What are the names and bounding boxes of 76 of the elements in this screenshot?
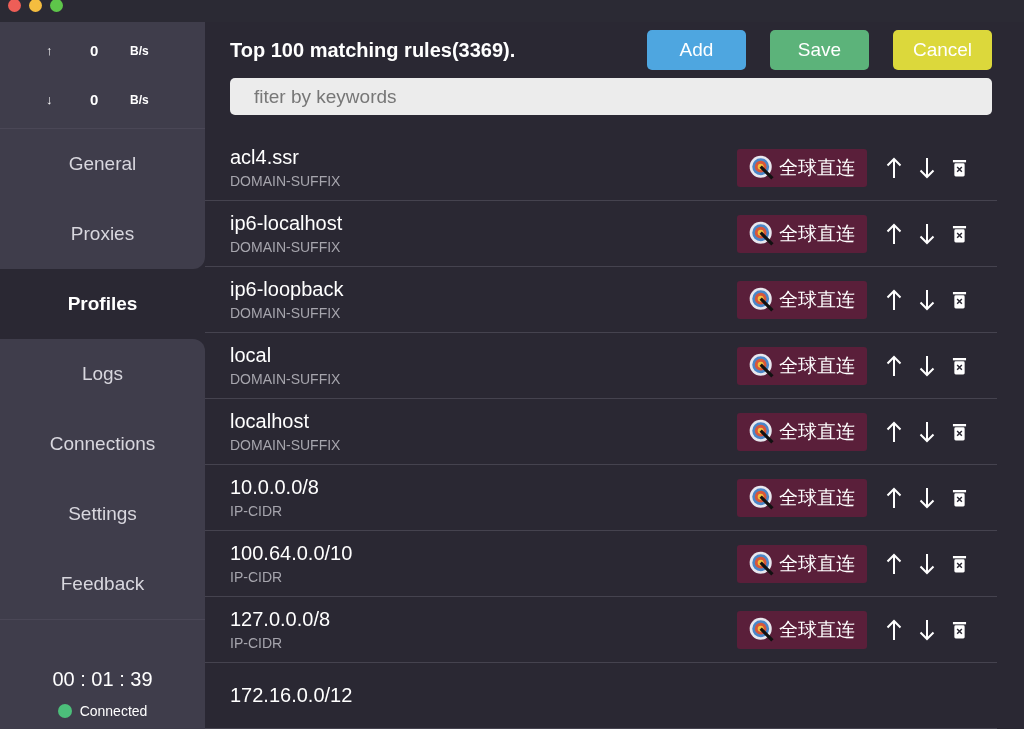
rule-type: DOMAIN-SUFFIX <box>230 437 341 453</box>
arrow-up-icon[interactable] <box>886 156 902 179</box>
minimize-button[interactable] <box>29 0 42 12</box>
delete-icon[interactable] <box>952 290 967 309</box>
policy-tag[interactable]: 全球直连 <box>737 214 867 253</box>
rule-name: ip6-loopback <box>230 278 344 301</box>
arrow-up-icon[interactable] <box>886 552 902 575</box>
delete-icon[interactable] <box>952 422 967 441</box>
rule-name: 10.0.0.0/8 <box>230 476 319 499</box>
target-icon <box>749 484 775 511</box>
target-icon <box>749 550 775 577</box>
filter-field[interactable]: fiter by keywords <box>230 78 992 115</box>
rule-type: IP-CIDR <box>230 503 284 519</box>
arrow-up-icon[interactable] <box>886 618 902 641</box>
target-icon <box>749 418 775 445</box>
rule-type: DOMAIN-SUFFIX <box>230 371 341 387</box>
rule-type: DOMAIN-SUFFIX <box>230 239 342 255</box>
sidebar-item[interactable]: General <box>0 129 205 199</box>
arrow-down-icon[interactable] <box>919 552 935 575</box>
policy-tag[interactable]: 全球直连 <box>737 280 867 319</box>
arrow-up-icon[interactable] <box>886 354 902 377</box>
rule-type: IP-CIDR <box>230 635 284 651</box>
target-icon <box>749 352 775 379</box>
policy-tag[interactable]: 全球直连 <box>737 148 867 187</box>
rule-name: ip6-localhost <box>230 212 343 235</box>
arrow-down-icon[interactable] <box>919 486 935 509</box>
policy-tag[interactable]: 全球直连 <box>737 346 867 385</box>
arrow-down-icon[interactable] <box>919 618 935 641</box>
rule-type: IP-CIDR <box>230 569 284 585</box>
rule-type: DOMAIN-SUFFIX <box>230 173 341 189</box>
target-icon <box>749 220 775 247</box>
policy-tag[interactable]: 全球直连 <box>737 610 867 649</box>
arrow-down-icon[interactable] <box>919 222 935 245</box>
rule-name: acl4.ssr <box>230 146 300 169</box>
delete-icon[interactable] <box>952 224 967 243</box>
speed-unit: B/s <box>130 43 149 58</box>
delete-icon[interactable] <box>952 488 967 507</box>
rule-type: DOMAIN-SUFFIX <box>230 305 342 321</box>
rule-name: local <box>230 344 273 367</box>
elapsed-time: 00 : 01 : 39 <box>52 668 153 691</box>
target-icon <box>749 154 775 181</box>
policy-tag[interactable]: 全球直连 <box>737 478 867 517</box>
sidebar-item[interactable]: Settings <box>0 479 205 549</box>
rule-name: 127.0.0.0/8 <box>230 608 331 631</box>
delete-icon[interactable] <box>952 356 967 375</box>
status-text: Connected <box>79 703 148 719</box>
rule-name: 172.16.0.0/12 <box>230 684 353 707</box>
zoom-button[interactable] <box>50 0 63 12</box>
arrow-down-icon[interactable] <box>919 420 935 443</box>
arrow-up-icon[interactable] <box>886 486 902 509</box>
policy-tag[interactable]: 全球直连 <box>737 412 867 451</box>
rule-name: localhost <box>230 410 310 433</box>
arrow-up-icon[interactable] <box>886 222 902 245</box>
arrow-down-icon[interactable] <box>919 354 935 377</box>
sidebar-item[interactable]: Connections <box>0 409 205 479</box>
arrow-icon: ↑ <box>46 43 60 58</box>
arrow-icon: ↓ <box>46 92 60 107</box>
delete-icon[interactable] <box>952 620 967 639</box>
speed-value: 0 <box>90 91 100 108</box>
speed-unit: B/s <box>130 92 149 107</box>
rules-title: Top 100 matching rules(3369). <box>230 38 517 62</box>
target-icon <box>749 286 775 313</box>
speed-value: 0 <box>90 42 100 59</box>
arrow-up-icon[interactable] <box>886 420 902 443</box>
arrow-down-icon[interactable] <box>919 156 935 179</box>
rule-name: 100.64.0.0/10 <box>230 542 353 565</box>
arrow-down-icon[interactable] <box>919 288 935 311</box>
sidebar-item[interactable]: Feedback <box>0 549 205 619</box>
delete-icon[interactable] <box>952 158 967 177</box>
sidebar-item[interactable]: Proxies <box>0 199 205 269</box>
sidebar-item[interactable]: Logs <box>0 339 205 409</box>
delete-icon[interactable] <box>952 554 967 573</box>
policy-tag[interactable]: 全球直连 <box>737 544 867 583</box>
target-icon <box>749 616 775 643</box>
close-button[interactable] <box>8 0 21 12</box>
arrow-up-icon[interactable] <box>886 288 902 311</box>
